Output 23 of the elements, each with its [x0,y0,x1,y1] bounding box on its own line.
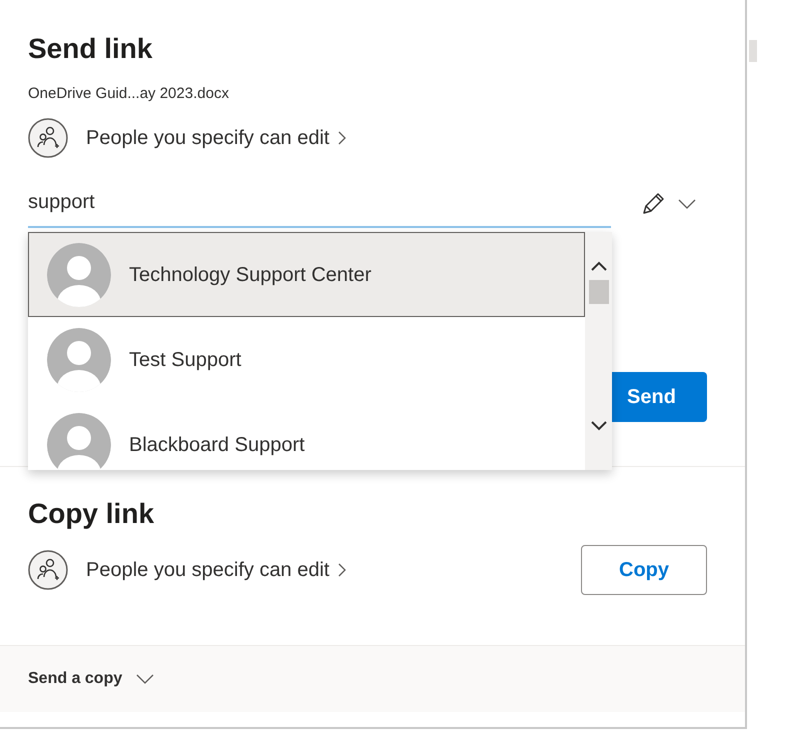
chevron-down-icon [136,674,154,684]
people-icon [28,118,68,158]
scrollbar-thumb[interactable] [588,280,608,304]
section-title: Send link [28,32,154,66]
send-copy-toggle[interactable]: Send a copy [28,667,154,692]
people-icon [28,550,68,590]
avatar-icon [47,328,111,392]
chevron-down-icon[interactable] [678,198,696,209]
scroll-down-icon[interactable] [590,420,608,432]
scroll-up-icon[interactable] [590,260,608,272]
chevron-right-icon [338,130,346,145]
scrollbar-thumb[interactable] [749,40,757,62]
section-title: Copy link [28,496,156,530]
copy-button[interactable]: Copy [581,545,707,596]
avatar-icon [47,242,111,306]
chevron-right-icon [338,563,346,578]
recipient-field[interactable]: support [28,180,611,228]
permission-link[interactable]: People you specify can edit [86,555,346,586]
permission-link[interactable]: People you specify can edit [86,122,346,153]
suggestion-item[interactable]: Test Support [28,317,585,402]
file-name: OneDrive Guid...ay 2023.docx [28,84,230,104]
suggestion-item[interactable]: Technology Support Center [28,232,585,317]
suggestion-item[interactable]: Blackboard Support [28,402,585,470]
